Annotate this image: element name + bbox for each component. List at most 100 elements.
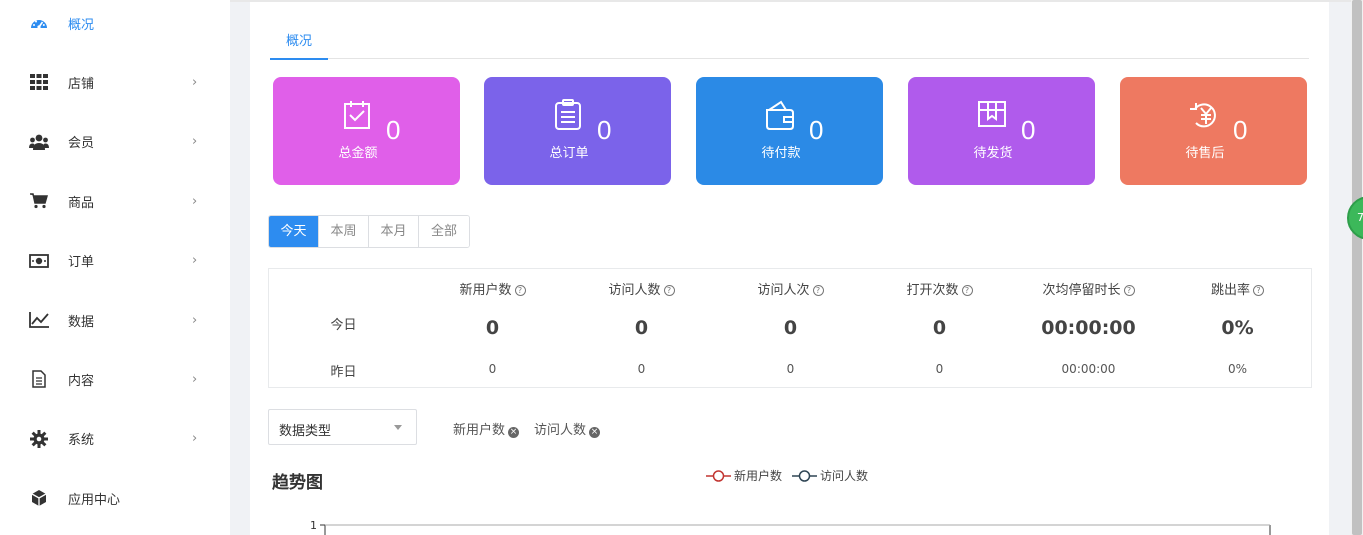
summary-card-4[interactable]: 0 待售后 [1120, 77, 1307, 185]
document-icon [29, 369, 49, 389]
help-icon[interactable]: ? [663, 285, 675, 296]
stat-yesterday-value: 0 [786, 362, 795, 376]
stat-yesterday-value: 0 [935, 362, 944, 376]
chevron-right-icon: › [192, 253, 198, 269]
help-icon[interactable]: ? [812, 285, 824, 296]
summary-card-2[interactable]: 0 待付款 [696, 77, 883, 185]
tab-overview[interactable]: 概况 [270, 28, 328, 60]
card-label: 总订单 [549, 146, 589, 161]
stat-header-3: 打开次数? [865, 279, 1014, 298]
scrollbar[interactable] [1351, 0, 1363, 535]
sidebar-item-label: 内容 [68, 373, 95, 389]
legend-label: 新用户数 [734, 469, 783, 483]
stat-header-4: 次均停留时长? [1014, 279, 1163, 298]
legend-symbol-icon [792, 469, 818, 482]
sidebar-item-0[interactable]: 概况 [0, 3, 230, 43]
data-type-select[interactable]: 数据类型 [268, 409, 417, 445]
checklist-icon [341, 99, 373, 131]
stat-today-value: 0% [1221, 317, 1254, 339]
sidebar-item-label: 商品 [68, 195, 95, 211]
clipboard-icon [552, 99, 584, 131]
stats-table: 今日 昨日 新用户数? 0 0 访问人数? 0 0 访问人次? 0 0 打开次数? 0 0 次均停留时长… [268, 268, 1312, 388]
close-icon[interactable]: × [589, 427, 601, 438]
sidebar-item-7[interactable]: 系统 › [0, 419, 230, 459]
chevron-right-icon: › [192, 134, 198, 150]
float-badge[interactable]: 73 [1347, 196, 1363, 240]
stat-header-label: 访问人数 [608, 283, 661, 298]
card-label: 待售后 [1185, 146, 1225, 161]
range-button-1[interactable]: 本周 [319, 216, 369, 247]
grid-icon [29, 72, 49, 92]
range-button-0[interactable]: 今天 [269, 216, 319, 247]
sidebar-item-1[interactable]: 店铺 › [0, 62, 230, 102]
filter-tag-new-users[interactable]: 新用户数 × [453, 419, 520, 438]
help-icon[interactable]: ? [1253, 285, 1264, 296]
scroll-thumb[interactable] [1352, 0, 1362, 535]
row-label-today: 今日 [330, 318, 357, 333]
gear-icon [29, 429, 49, 449]
summary-card-3[interactable]: 0 待发货 [908, 77, 1095, 185]
package-icon [976, 99, 1008, 131]
data-type-select-text: 数据类型 [279, 424, 332, 439]
legend-label: 访问人数 [820, 469, 869, 483]
card-label: 总金额 [338, 146, 378, 161]
sidebar-item-5[interactable]: 数据 › [0, 300, 230, 340]
tab-underline [270, 58, 328, 60]
main-panel: 概况 0 总金额 0 总订单 0 待付款 0 待发货 0 待售后 今天 本周 本月 全部 今日 昨日 新… [250, 2, 1329, 535]
sidebar-item-label: 概况 [68, 17, 95, 33]
chevron-right-icon: › [192, 312, 198, 328]
stat-today-value: 0 [932, 317, 947, 339]
stat-header-label: 次均停留时长 [1042, 283, 1121, 298]
refund-icon [1188, 99, 1220, 131]
stat-header-5: 跳出率? [1163, 279, 1312, 298]
chart-title: 趋势图 [272, 473, 323, 493]
stat-header-label: 访问人次 [757, 283, 810, 298]
stat-header-2: 访问人次? [716, 279, 865, 298]
sidebar-item-3[interactable]: 商品 › [0, 181, 230, 221]
summary-card-1[interactable]: 0 总订单 [484, 77, 671, 185]
legend-item-1[interactable]: 访问人数 [792, 467, 868, 484]
range-button-3[interactable]: 全部 [419, 216, 469, 247]
filter-tag-label: 新用户数 [453, 423, 506, 438]
date-range-group: 今天 本周 本月 全部 [268, 215, 470, 248]
tab-overview-label: 概况 [285, 34, 312, 49]
sidebar-item-label: 订单 [68, 255, 95, 271]
row-label-yesterday: 昨日 [330, 365, 357, 380]
stat-header-label: 跳出率 [1210, 283, 1250, 298]
sidebar-item-2[interactable]: 会员 › [0, 122, 230, 162]
sidebar-item-4[interactable]: 订单 › [0, 241, 230, 281]
stat-header-1: 访问人数? [567, 279, 716, 298]
dashboard-icon [29, 13, 49, 33]
cube-icon [29, 488, 49, 508]
chart-legend: 新用户数 访问人数 [706, 467, 878, 484]
legend-symbol-icon [706, 469, 731, 482]
sidebar-item-label: 店铺 [68, 76, 95, 92]
stat-header-label: 打开次数 [906, 283, 959, 298]
help-icon[interactable]: ? [961, 285, 973, 296]
sidebar-item-6[interactable]: 内容 › [0, 359, 230, 399]
filter-tag-visitors[interactable]: 访问人数 × [534, 419, 601, 438]
sidebar-item-label: 系统 [68, 433, 95, 449]
money-icon [29, 251, 49, 271]
stat-today-value: 0 [634, 317, 649, 339]
summary-card-0[interactable]: 0 总金额 [273, 77, 460, 185]
legend-item-0[interactable]: 新用户数 [706, 467, 782, 484]
close-icon[interactable]: × [508, 427, 520, 438]
y-tick-label: 1 [310, 519, 317, 532]
sidebar-item-8[interactable]: 应用中心 [0, 478, 230, 518]
chevron-right-icon: › [192, 431, 198, 447]
line-chart-icon [29, 310, 49, 330]
stat-yesterday-value: 0% [1227, 362, 1248, 376]
cart-icon [29, 191, 49, 211]
help-icon[interactable]: ? [514, 285, 526, 296]
help-icon[interactable]: ? [1123, 285, 1135, 296]
range-button-2[interactable]: 本月 [369, 216, 419, 247]
stat-header-0: 新用户数? [418, 279, 567, 298]
chevron-right-icon: › [192, 74, 198, 90]
trend-chart: 1 [310, 519, 1271, 535]
sidebar-item-label: 数据 [68, 314, 95, 330]
stat-yesterday-value: 00:00:00 [1061, 362, 1116, 376]
stat-today-value: 00:00:00 [1041, 317, 1136, 339]
sidebar-item-label: 会员 [68, 136, 95, 152]
stat-today-value: 0 [783, 317, 798, 339]
